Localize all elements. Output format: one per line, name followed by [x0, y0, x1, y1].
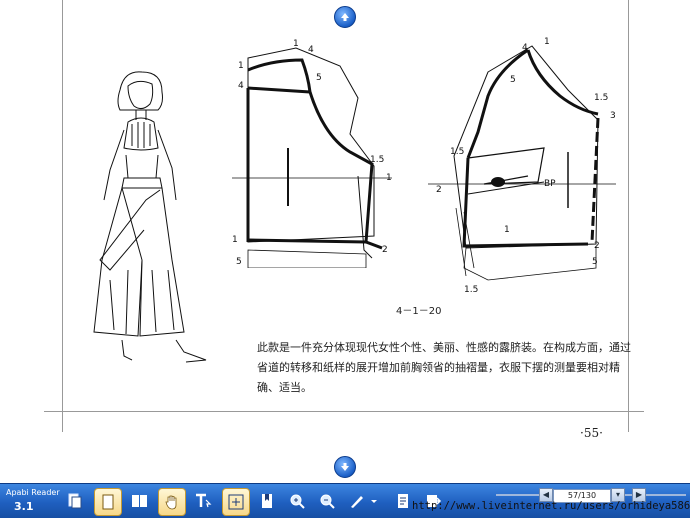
pattern-diagram-front: 4 1 5 1.5 3 1.5 BP 2 1 2 5 1.5	[428, 37, 616, 295]
arrow-down-icon	[341, 463, 349, 471]
front-label-2: 2	[436, 185, 442, 195]
front-label-4: 4	[522, 43, 528, 53]
caption-text: 此款是一件充分体现现代女性个性、美丽、性感的露脐装。在构成方面，通过省道的转移和…	[257, 341, 631, 394]
scroll-down-button[interactable]	[334, 456, 356, 478]
page-left-border	[62, 0, 63, 432]
back-label-1c: 1	[386, 173, 392, 183]
pages-icon	[68, 493, 82, 509]
fit-page-button[interactable]	[222, 488, 250, 516]
zoom-out-icon	[320, 494, 335, 509]
front-label-1: 1	[544, 37, 550, 47]
zoom-in-button[interactable]	[284, 488, 310, 514]
app-name: Apabi Reader	[6, 488, 60, 497]
front-label-1b: 1	[504, 225, 510, 235]
back-label-4b: 4	[238, 81, 244, 91]
text-select-icon	[196, 493, 212, 508]
back-label-5: 5	[316, 73, 322, 83]
watermark-url: http://www.liveinternet.ru/users/orhidey…	[412, 500, 690, 512]
fit-page-icon	[228, 494, 244, 510]
single-page-button[interactable]	[94, 488, 122, 516]
pen-icon	[351, 496, 363, 508]
figure-label: 4－1－20	[396, 306, 442, 317]
two-page-button[interactable]	[126, 488, 152, 514]
front-label-bp: BP	[544, 179, 556, 189]
hand-tool-button[interactable]	[158, 488, 186, 516]
pen-options-dropdown[interactable]	[368, 488, 380, 514]
chevron-down-icon	[371, 500, 377, 503]
hand-icon	[165, 495, 177, 510]
note-icon	[398, 494, 408, 508]
front-label-1-5c: 1.5	[464, 285, 478, 295]
bookmark-icon	[262, 494, 272, 508]
single-page-icon	[102, 494, 114, 510]
front-label-3: 3	[610, 111, 616, 121]
page-number: ·55·	[580, 426, 603, 440]
bookmark-button[interactable]	[254, 488, 280, 514]
pen-tool-button[interactable]	[344, 488, 370, 514]
scroll-up-button[interactable]	[334, 6, 356, 28]
back-label-5b: 5	[236, 257, 242, 267]
back-label-1-5: 1.5	[370, 155, 384, 165]
front-label-5: 5	[510, 75, 516, 85]
zoom-out-button[interactable]	[314, 488, 340, 514]
back-label-1: 1	[293, 39, 299, 49]
back-label-4a: 4	[308, 45, 314, 55]
front-label-2b: 2	[594, 241, 600, 251]
front-label-5b: 5	[592, 257, 598, 267]
back-label-1d: 1	[232, 235, 238, 245]
back-label-1b: 1	[238, 61, 244, 71]
fashion-illustration	[93, 71, 207, 363]
thumbnails-button[interactable]	[62, 488, 88, 514]
back-label-2: 2	[382, 245, 388, 255]
page-footer-rule	[44, 411, 644, 412]
text-select-button[interactable]	[190, 488, 216, 514]
zoom-in-icon	[290, 494, 305, 509]
document-viewer: 1 4 1 4 5 1.5 1 1 2 5 4 1 5 1.5 3 1.5 BP…	[0, 0, 690, 483]
arrow-up-icon	[341, 13, 349, 21]
app-version: 3.1	[14, 500, 34, 513]
open-book-icon	[132, 495, 147, 507]
front-label-1-5a: 1.5	[594, 93, 608, 103]
pattern-diagram-back: 1 4 1 4 5 1.5 1 1 2 5	[232, 39, 392, 268]
front-label-1-5b: 1.5	[450, 147, 464, 157]
